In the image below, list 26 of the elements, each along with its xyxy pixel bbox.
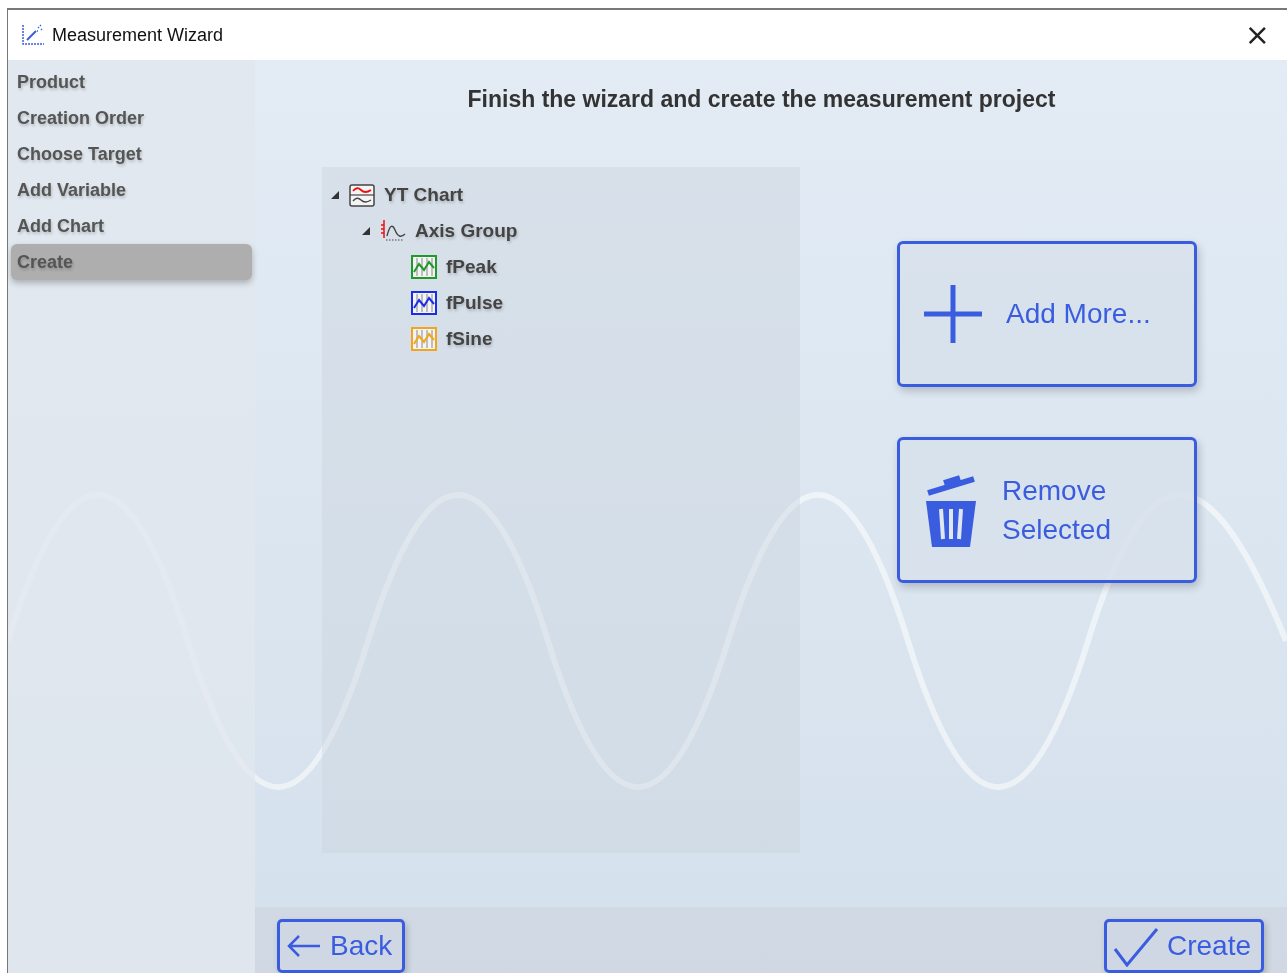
create-button[interactable]: Create <box>1103 919 1264 973</box>
plus-icon <box>922 283 984 345</box>
page-heading: Finish the wizard and create the measurement project <box>466 86 1057 113</box>
back-button[interactable]: Back <box>277 919 406 973</box>
add-more-button[interactable]: Add More... <box>897 241 1197 387</box>
left-arrow-icon <box>286 934 322 958</box>
expand-triangle-icon[interactable] <box>330 190 340 200</box>
step-item[interactable]: Product <box>11 64 252 100</box>
wand-chart-icon <box>20 23 46 47</box>
chart-icon <box>348 182 376 208</box>
checkmark-icon <box>1112 925 1159 967</box>
step-item[interactable]: Create <box>11 244 252 280</box>
remove-selected-button[interactable]: Remove Selected <box>897 437 1197 583</box>
tree-item[interactable]: fPulse <box>446 292 504 314</box>
step-item[interactable]: Creation Order <box>11 100 252 136</box>
tree-item[interactable]: YT Chart <box>384 184 464 206</box>
expand-triangle-icon[interactable] <box>361 226 371 236</box>
tree-item[interactable]: fPeak <box>446 256 497 278</box>
step-item[interactable]: Add Chart <box>11 208 252 244</box>
step-item[interactable]: Choose Target <box>11 136 252 172</box>
tree-item[interactable]: Axis Group <box>415 220 518 242</box>
window-title: Measurement Wizard <box>52 24 225 46</box>
step-item[interactable]: Add Variable <box>11 172 252 208</box>
tree-item[interactable]: fSine <box>446 328 493 350</box>
close-button[interactable]: × <box>1238 20 1276 50</box>
axis-wave-icon <box>379 218 407 244</box>
